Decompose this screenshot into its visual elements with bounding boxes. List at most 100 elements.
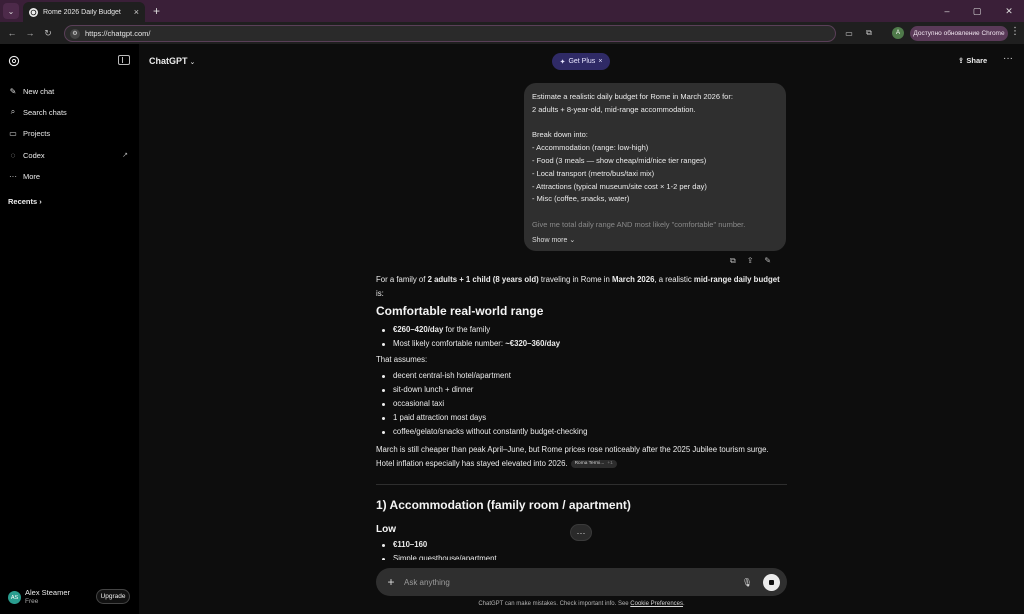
sidebar-item-new-chat[interactable]: ✎ New chat xyxy=(8,83,132,99)
edit-icon[interactable]: ✎ xyxy=(764,256,771,266)
assumes-list: decent central-ish hotel/apartment sit-d… xyxy=(376,369,787,439)
chat-main: ChatGPT ⌄ ✦ Get Plus × ⇪ Share ··· Estima… xyxy=(139,44,1024,614)
codex-icon: ◌ xyxy=(10,150,16,160)
puzzle-icon[interactable]: ⧉ xyxy=(862,26,876,40)
show-more-button[interactable]: Show more ⌄ xyxy=(532,234,772,246)
sidebar-item-label: More xyxy=(23,171,41,181)
tab-close-icon[interactable]: × xyxy=(134,7,139,17)
conversation-options-icon[interactable]: ··· xyxy=(1003,53,1013,64)
user-message-line: 2 adults + 8-year-old, mid-range accommo… xyxy=(532,104,696,114)
chevron-down-icon: ⌄ xyxy=(189,59,196,66)
user-message: Estimate a realistic daily budget for Ro… xyxy=(524,83,786,251)
recents-label: Recents xyxy=(8,197,38,206)
chat-input[interactable] xyxy=(404,575,704,589)
site-info-icon[interactable]: ⚙ xyxy=(70,28,80,39)
tab-title: Rome 2026 Daily Budget xyxy=(43,8,121,16)
user-message-line: - Misc (coffee, snacks, water) xyxy=(532,194,630,204)
close-icon[interactable]: × xyxy=(598,58,602,65)
reload-icon[interactable]: ↻ xyxy=(39,28,57,39)
copy-icon[interactable]: ⧉ xyxy=(730,256,736,266)
show-more-label: Show more xyxy=(532,237,568,244)
list-item: sit-down lunch + dinner xyxy=(376,383,787,397)
tab-strip: ⌄ Rome 2026 Daily Budget × + – ▢ ✕ xyxy=(0,0,1024,22)
sidebar-item-codex[interactable]: ◌ Codex ↗ xyxy=(8,147,132,163)
plus-icon[interactable]: + xyxy=(384,575,398,589)
search-icon: ⌕ xyxy=(10,107,16,116)
recents-header[interactable]: Recents › xyxy=(8,197,42,206)
get-plus-label: Get Plus xyxy=(568,58,596,65)
chevron-down-icon: ⌄ xyxy=(569,237,576,244)
sidebar-item-label: Projects xyxy=(23,128,51,138)
upgrade-button[interactable]: Upgrade xyxy=(96,589,130,604)
avatar: AS xyxy=(8,591,21,604)
more-icon: ··· xyxy=(9,171,17,181)
list-item: occasional taxi xyxy=(376,397,787,411)
share-button[interactable]: ⇪ Share xyxy=(958,56,987,65)
browser-tab[interactable]: Rome 2026 Daily Budget × xyxy=(23,2,145,22)
sidebar-item-label: Codex xyxy=(23,150,45,160)
scroll-more-button[interactable]: ··· xyxy=(570,524,592,541)
cookie-preferences-link[interactable]: Cookie Preferences xyxy=(630,601,683,607)
sidebar-toggle-icon[interactable] xyxy=(118,55,130,65)
list-item: 1 paid attraction most days xyxy=(376,411,787,425)
browser-toolbar: ← → ↻ ⚙ https://chatgpt.com/ ▭ ⧉ A Досту… xyxy=(0,22,1024,44)
user-message-line: Estimate a realistic daily budget for Ro… xyxy=(532,92,733,101)
user-message-line xyxy=(532,206,778,219)
back-icon[interactable]: ← xyxy=(3,28,21,38)
user-message-line: Break down into: xyxy=(532,130,588,140)
external-link-icon: ↗ xyxy=(122,152,128,159)
range-list: €260–420/day for the family Most likely … xyxy=(376,323,787,351)
model-selector[interactable]: ChatGPT ⌄ xyxy=(149,56,195,66)
section-divider xyxy=(376,484,787,485)
address-bar[interactable]: ⚙ https://chatgpt.com/ xyxy=(64,25,836,42)
sidebar: ✎ New chat ⌕ Search chats ▭ Projects ◌ C… xyxy=(0,44,139,614)
user-plan: Free xyxy=(25,598,39,605)
answer-heading: Comfortable real-world range xyxy=(376,304,544,318)
chevron-right-icon: › xyxy=(39,197,42,206)
user-message-actions: ⧉ ⇪ ✎ xyxy=(730,256,771,266)
low-list: €110–160 Simple guesthouse/apartment xyxy=(376,538,787,560)
user-message-line: - Local transport (metro/bus/taxi mix) xyxy=(532,168,655,178)
new-tab-button[interactable]: + xyxy=(153,4,160,18)
assumes-label: That assumes: xyxy=(376,355,428,364)
disclaimer-text: ChatGPT can make mistakes. Check importa… xyxy=(478,601,631,607)
edit-icon: ✎ xyxy=(9,86,17,96)
user-message-line: - Accommodation (range: low-high) xyxy=(532,143,649,153)
openai-logo-icon[interactable] xyxy=(8,55,20,67)
chatgpt-favicon-icon xyxy=(29,7,38,17)
stop-button[interactable] xyxy=(763,573,780,591)
sidebar-item-search-chats[interactable]: ⌕ Search chats xyxy=(8,104,132,120)
share-label: Share xyxy=(966,56,988,65)
chrome-update-button[interactable]: Доступно обновление Chrome xyxy=(910,26,1008,41)
browser-menu-icon[interactable]: ⋮ xyxy=(1010,26,1020,37)
tab-search-button[interactable]: ⌄ xyxy=(3,3,19,19)
list-item: Most likely comfortable number: ~€320–36… xyxy=(376,337,787,351)
answer-intro: For a family of 2 adults + 1 child (8 ye… xyxy=(376,275,780,298)
close-window-button[interactable]: ✕ xyxy=(994,0,1024,22)
user-message-line: - Attractions (typical museum/site cost … xyxy=(532,181,707,191)
get-plus-button[interactable]: ✦ Get Plus × xyxy=(552,53,610,70)
microphone-icon[interactable]: 🎙 xyxy=(740,575,754,589)
list-item: €260–420/day for the family xyxy=(376,323,787,337)
sidebar-item-more[interactable]: ··· More xyxy=(8,168,132,184)
section-heading: 1) Accommodation (family room / apartmen… xyxy=(376,498,631,512)
user-name: Alex Steamer xyxy=(25,588,71,597)
user-message-line xyxy=(532,117,778,130)
citation-chip[interactable]: Roma Termi... +1 xyxy=(570,459,617,468)
composer: + 🎙 xyxy=(376,568,787,596)
sidebar-item-projects[interactable]: ▭ Projects xyxy=(8,125,132,141)
user-message-line: Give me total daily range AND most likel… xyxy=(532,219,746,229)
user-profile[interactable]: AS Alex Steamer Free Upgrade xyxy=(8,587,134,609)
minimize-button[interactable]: – xyxy=(932,0,962,22)
maximize-button[interactable]: ▢ xyxy=(962,0,992,22)
forward-icon[interactable]: → xyxy=(21,28,39,38)
folder-icon: ▭ xyxy=(9,128,17,138)
profile-avatar[interactable]: A xyxy=(892,27,904,39)
extension-icon[interactable]: ▭ xyxy=(842,26,856,40)
url-text: https://chatgpt.com/ xyxy=(85,29,151,38)
share-icon[interactable]: ⇪ xyxy=(747,256,754,266)
assistant-message: For a family of 2 adults + 1 child (8 ye… xyxy=(376,273,787,560)
chevron-down-icon: ⌄ xyxy=(7,6,15,16)
list-item: decent central-ish hotel/apartment xyxy=(376,369,787,383)
list-item: coffee/gelato/snacks without constantly … xyxy=(376,425,787,439)
